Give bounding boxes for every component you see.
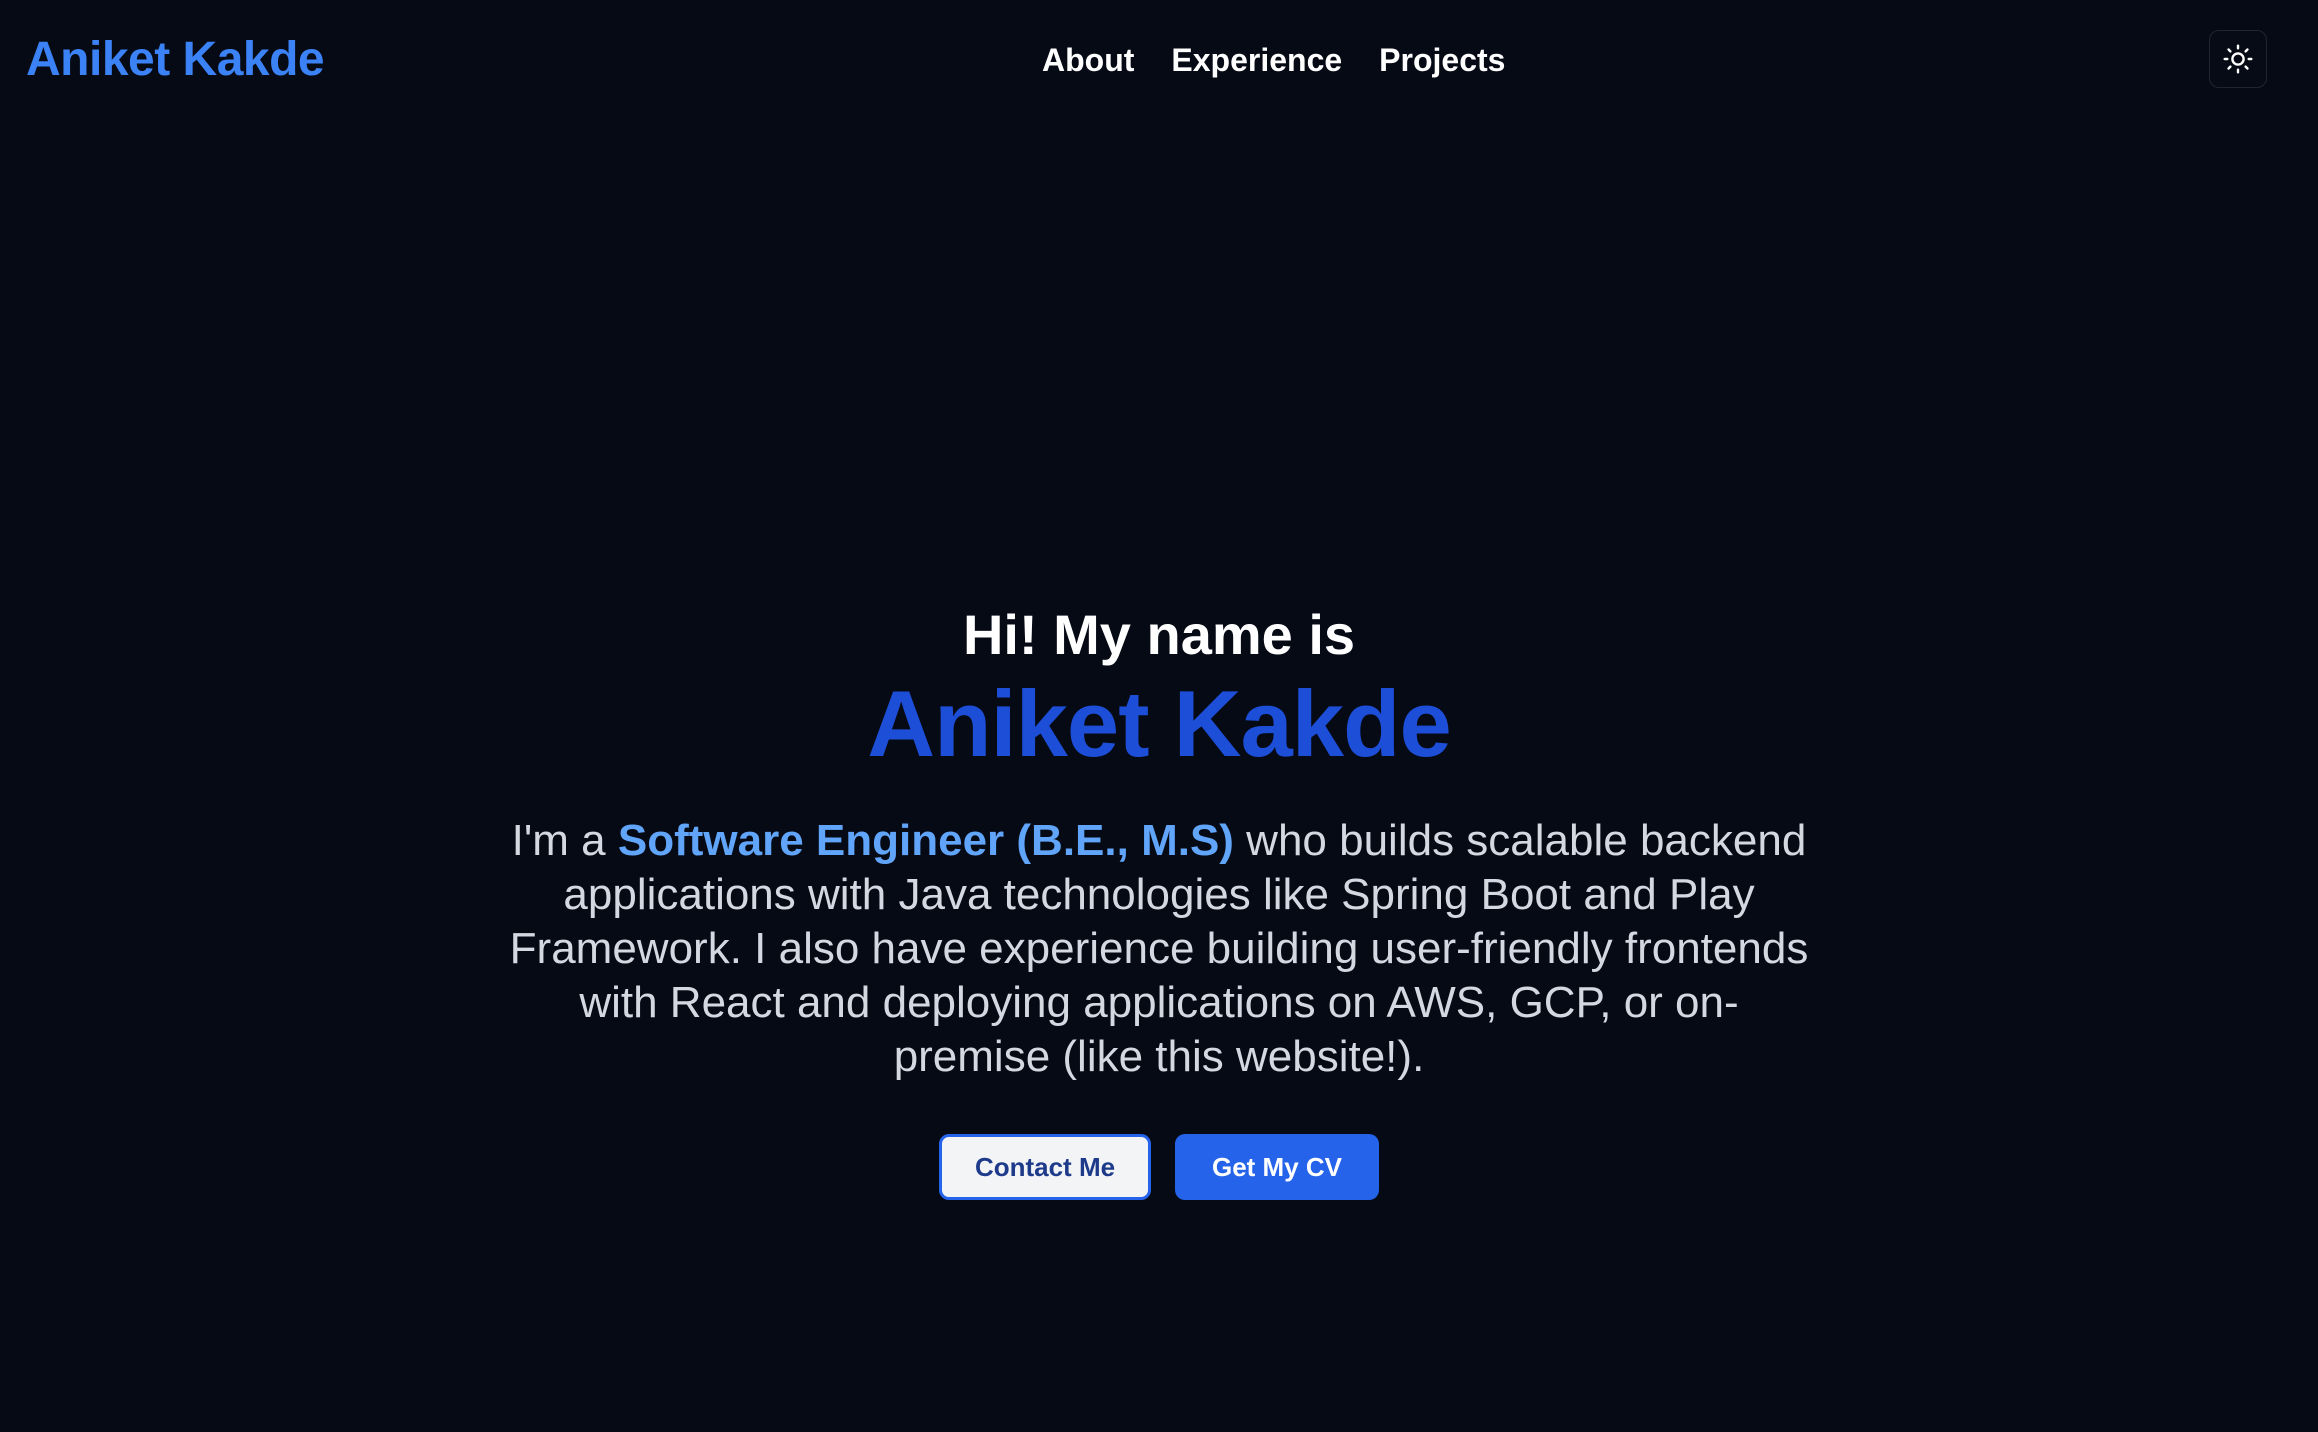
intro-highlight: Software Engineer (B.E., M.S) <box>617 816 1234 865</box>
navbar: Aniket Kakde About Experience Projects <box>0 0 2318 120</box>
hero-name: Aniket Kakde <box>867 671 1452 776</box>
nav-link-about[interactable]: About <box>1042 38 1134 82</box>
contact-me-button[interactable]: Contact Me <box>939 1134 1151 1200</box>
intro-prefix: I'm a <box>511 816 618 865</box>
hero-intro: I'm a Software Engineer (B.E., M.S) who … <box>504 814 1814 1084</box>
get-cv-button[interactable]: Get My CV <box>1175 1134 1379 1200</box>
hero-section: Hi! My name is Aniket Kakde I'm a Softwa… <box>0 600 2318 1200</box>
hero-greeting: Hi! My name is <box>962 603 1356 666</box>
main-nav: About Experience Projects <box>1042 38 1505 82</box>
nav-link-experience[interactable]: Experience <box>1171 38 1342 82</box>
brand-logo-link[interactable]: Aniket Kakde <box>26 28 325 92</box>
hero-actions: Contact Me Get My CV <box>0 1134 2318 1200</box>
sun-icon <box>2223 44 2253 74</box>
nav-link-projects[interactable]: Projects <box>1379 38 1505 82</box>
theme-toggle-button[interactable] <box>2209 30 2267 88</box>
